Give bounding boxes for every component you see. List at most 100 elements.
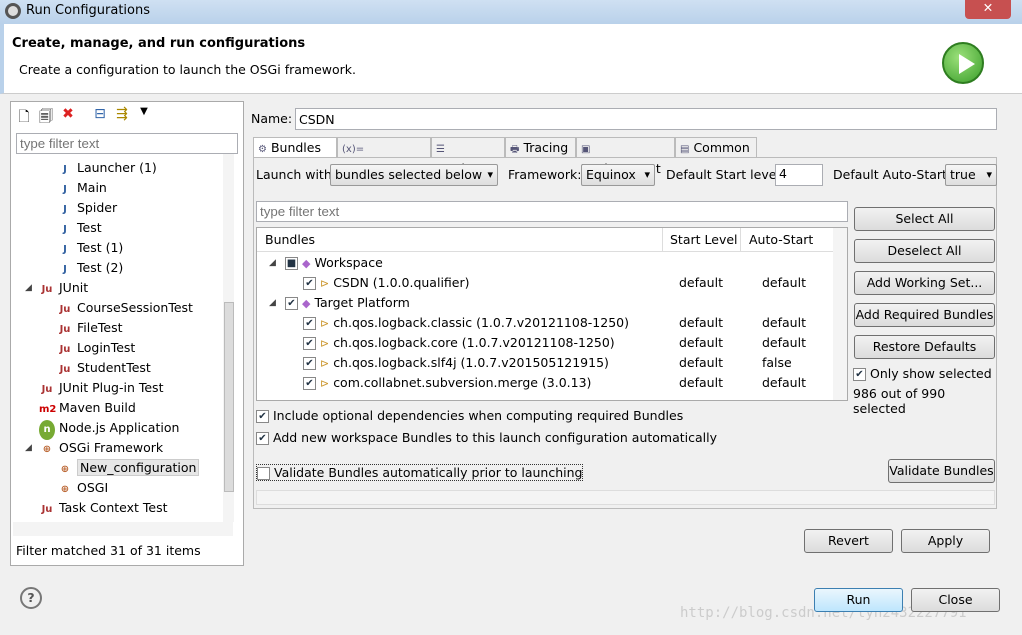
name-input[interactable] (295, 108, 997, 130)
deselect-all-button[interactable]: Deselect All (854, 239, 995, 263)
bundle-start-level: default (679, 315, 723, 330)
tab-bundles[interactable]: ⚙ Bundles (253, 137, 337, 157)
duplicate-icon[interactable]: 🗐 (37, 106, 55, 125)
framework-select[interactable]: Equinox (581, 164, 655, 186)
tree-item[interactable]: ⊕ New_configuration (57, 458, 200, 478)
filter-icon[interactable]: ⇶ (113, 106, 131, 124)
tree-item-label: OSGi Framework (59, 440, 164, 455)
bundle-filter-input[interactable] (256, 201, 848, 222)
tree-item[interactable]: ◢ Ju JUnit (25, 278, 88, 298)
tree-item[interactable]: n Node.js Application (39, 418, 179, 440)
new-config-icon[interactable]: 🗋 (15, 106, 33, 125)
tab-label: Common (693, 140, 750, 155)
close-button[interactable]: Close (911, 588, 1000, 612)
revert-button[interactable]: Revert (804, 529, 893, 553)
tree-item-label: Test (1) (77, 240, 124, 255)
tree-item-label: JUnit Plug-in Test (59, 380, 164, 395)
expand-arrow-icon[interactable]: ◢ (25, 438, 32, 458)
bundle-checkbox[interactable]: ✔ (303, 377, 316, 390)
tree-item[interactable]: m2 Maven Build (39, 398, 136, 418)
tab-tracing[interactable]: 🖶 Tracing (505, 137, 576, 157)
tree-item[interactable]: Ju CourseSessionTest (57, 298, 193, 318)
bundle-checkbox[interactable]: ✔ (303, 277, 316, 290)
bundle-checkbox[interactable]: ✔ (303, 357, 316, 370)
restore-defaults-button[interactable]: Restore Defaults (854, 335, 995, 359)
view-menu-chevron-down-icon[interactable]: ▼ (135, 106, 153, 124)
bundle-checkbox[interactable]: ✔ (285, 297, 298, 310)
close-window-button[interactable]: ✕ (965, 0, 1011, 19)
config-type-icon: J (63, 164, 67, 175)
config-type-icon: Ju (41, 384, 53, 395)
only-show-selected-checkbox[interactable]: ✔ Only show selected (853, 366, 992, 381)
add-required-bundles-button[interactable]: Add Required Bundles (854, 303, 995, 327)
tree-item-label: Launcher (1) (77, 160, 157, 175)
bundle-row[interactable]: ◢ ✔ ◆ Target Platform (257, 293, 833, 313)
validate-bundles-button[interactable]: Validate Bundles (888, 459, 995, 483)
tab-environment[interactable]: ▣ Environment (576, 137, 675, 176)
col-start-level[interactable]: Start Level (662, 228, 738, 252)
add-workspace-checkbox[interactable]: ✔ Add new workspace Bundles to this laun… (256, 430, 717, 445)
config-type-icon: Ju (59, 364, 71, 375)
expand-arrow-icon[interactable]: ◢ (269, 253, 276, 273)
autostart-select[interactable]: true (945, 164, 997, 186)
add-working-set-button[interactable]: Add Working Set... (854, 271, 995, 295)
app-icon (5, 3, 21, 19)
include-optional-checkbox[interactable]: ✔ Include optional dependencies when com… (256, 408, 683, 423)
tree-item[interactable]: J Main (57, 178, 107, 198)
launch-with-select[interactable]: bundles selected below (330, 164, 498, 186)
expand-arrow-icon[interactable]: ◢ (269, 293, 276, 313)
tree-item[interactable]: J Spider (57, 198, 117, 218)
tree-item[interactable]: J Test (2) (57, 258, 123, 278)
bundle-row[interactable]: ✔ ⊳ ch.qos.logback.core (1.0.7.v20121108… (257, 333, 833, 353)
expand-arrow-icon[interactable]: ◢ (25, 278, 32, 298)
tab-icon: ▤ (680, 144, 690, 155)
delete-icon[interactable]: ✖ (59, 106, 77, 124)
tab-common[interactable]: ▤ Common (675, 137, 757, 157)
select-all-button[interactable]: Select All (854, 207, 995, 231)
apply-button[interactable]: Apply (901, 529, 990, 553)
start-level-spinner[interactable]: 4 (775, 164, 823, 186)
config-type-icon: Ju (41, 284, 53, 295)
bundle-checkbox[interactable]: ✔ (303, 337, 316, 350)
bundle-row[interactable]: ✔ ⊳ CSDN (1.0.0.qualifier) default default (257, 273, 833, 293)
tree-item[interactable]: Ju Task Context Test (39, 498, 168, 518)
name-label: Name: (251, 111, 293, 126)
bundle-checkbox[interactable]: ✔ (303, 317, 316, 330)
config-type-icon: J (63, 264, 67, 275)
tree-item[interactable]: ⊕ OSGI (57, 478, 108, 498)
collapse-all-icon[interactable]: ⊟ (91, 106, 109, 124)
validate-auto-checkbox[interactable]: Validate Bundles automatically prior to … (256, 464, 584, 481)
col-auto-start[interactable]: Auto-Start (740, 228, 813, 252)
editor-horizontal-scrollbar[interactable] (256, 490, 995, 505)
launch-with-label: Launch with: (256, 167, 336, 182)
tree-item[interactable]: Ju StudentTest (57, 358, 151, 378)
tree-item[interactable]: J Test (57, 218, 102, 238)
tab-arguments[interactable]: (x)= Arguments (337, 137, 431, 176)
bundle-row[interactable]: ✔ ⊳ ch.qos.logback.classic (1.0.7.v20121… (257, 313, 833, 333)
tree-item[interactable]: Ju FileTest (57, 318, 123, 338)
tree-item-label: CourseSessionTest (77, 300, 193, 315)
run-button[interactable]: Run (814, 588, 903, 612)
col-bundles[interactable]: Bundles (265, 228, 315, 252)
tree-item[interactable]: Ju LoginTest (57, 338, 136, 358)
tab-icon: (x)= (342, 144, 365, 155)
bundle-checkbox[interactable]: ■ (285, 257, 298, 270)
tree-item-label: FileTest (77, 320, 123, 335)
config-type-icon: ⊕ (42, 444, 52, 455)
bundle-row[interactable]: ✔ ⊳ ch.qos.logback.slf4j (1.0.7.v2015051… (257, 353, 833, 373)
bundle-row[interactable]: ✔ ⊳ com.collabnet.subversion.merge (3.0.… (257, 373, 833, 393)
help-icon[interactable]: ? (20, 587, 42, 609)
config-editor: Name: ⚙ Bundles(x)= Arguments☰ Settings🖶… (247, 101, 1000, 566)
tree-item[interactable]: Ju JUnit Plug-in Test (39, 378, 164, 398)
tree-item[interactable]: J Test (1) (57, 238, 123, 258)
bundle-row[interactable]: ◢ ■ ◆ Workspace (257, 253, 833, 273)
tree-horizontal-scrollbar[interactable] (13, 522, 233, 536)
tree-item[interactable]: ◢ ⊕ OSGi Framework (25, 438, 164, 458)
config-filter-input[interactable] (16, 133, 238, 154)
config-type-icon: J (63, 184, 67, 195)
validate-auto-label: Validate Bundles automatically prior to … (273, 465, 583, 480)
tree-scroll-thumb[interactable] (224, 302, 234, 492)
table-scrollbar[interactable] (833, 228, 847, 400)
tree-item[interactable]: J Launcher (1) (57, 158, 157, 178)
tab-settings[interactable]: ☰ Settings (431, 137, 505, 176)
